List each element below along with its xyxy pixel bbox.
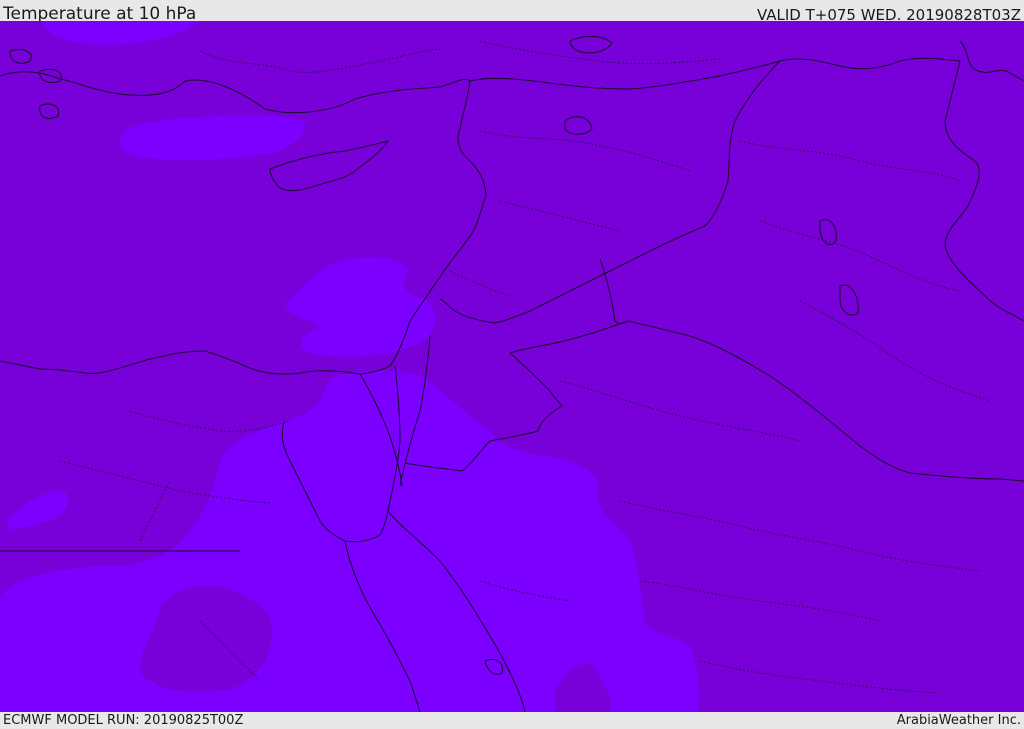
temperature-map [0, 21, 1024, 712]
credit-label: ArabiaWeather Inc. [896, 713, 1021, 728]
footer-bar: ECMWF MODEL RUN: 20190825T00Z ArabiaWeat… [0, 712, 1024, 729]
map-area [0, 21, 1024, 712]
header-bar: Temperature at 10 hPa VALID T+075 WED. 2… [0, 0, 1024, 24]
model-run-label: ECMWF MODEL RUN: 20190825T00Z [3, 713, 244, 728]
